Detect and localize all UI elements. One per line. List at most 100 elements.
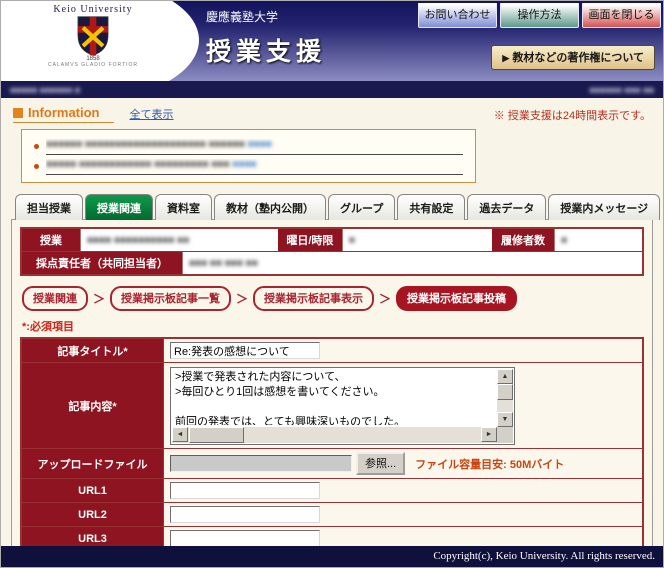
url1-cell bbox=[164, 479, 642, 502]
bullet-icon bbox=[34, 164, 39, 169]
contact-button[interactable]: お問い合わせ bbox=[418, 3, 497, 28]
chevron-right-icon: ＞ bbox=[379, 290, 391, 307]
url2-label: URL2 bbox=[22, 503, 164, 526]
app-title: 授業支援 bbox=[206, 32, 326, 68]
information-title-wrap: Information bbox=[13, 105, 114, 123]
upload-file-label: アップロードファイル bbox=[22, 449, 164, 478]
scroll-right-icon[interactable]: ► bbox=[481, 427, 497, 442]
enrolled-value: ■ bbox=[554, 229, 642, 251]
info-item-link-redacted[interactable]: ■■■■ bbox=[232, 159, 256, 170]
grader-row: 採点責任者（共同担当者） ■■■ ■■ ■■■ ■■ bbox=[22, 251, 642, 274]
materials-copyright-button[interactable]: ▶教材などの著作権について bbox=[491, 45, 655, 70]
content-line-annotated: 前回の発表では、とても興味深いものでした。 bbox=[175, 415, 495, 425]
tab-materials-internal[interactable]: 教材（塾内公開） bbox=[214, 194, 326, 220]
close-screen-button[interactable]: 画面を閉じる bbox=[582, 3, 661, 28]
app-header: Keio University 1858 CALAMVS GLADIO FORT… bbox=[1, 1, 663, 81]
article-content-text: >授業で発表された内容について、 >毎回ひとり1回は感想を書いてください。 前回… bbox=[175, 370, 495, 425]
info-item-text: ■■■■■ ■■■■■■■■■■■■ ■■■■■■■■■ ■■■ ■■■■ bbox=[46, 159, 463, 175]
content-line: >授業で発表された内容について、 bbox=[175, 370, 495, 385]
scrollbar-corner bbox=[497, 427, 513, 443]
info-item-text-redacted: ■■■■■ ■■■■■■■■■■■■ ■■■■■■■■■ ■■■ bbox=[46, 159, 232, 170]
day-period-value-redacted: ■ bbox=[349, 235, 355, 246]
tab-assigned-classes[interactable]: 担当授業 bbox=[15, 194, 83, 220]
url1-label: URL1 bbox=[22, 479, 164, 502]
information-section: Information 全て表示 ※ 授業支援は24時間表示です。 ■■■■■■… bbox=[1, 98, 663, 188]
university-name: 慶應義塾大学 bbox=[206, 8, 326, 25]
title-row: 記事タイトル* bbox=[22, 339, 642, 362]
grader-label: 採点責任者（共同担当者） bbox=[22, 252, 182, 274]
file-size-note: ファイル容量目安: 50Mバイト bbox=[415, 456, 564, 472]
day-period-label: 曜日/時限 bbox=[278, 229, 342, 251]
app-window: Keio University 1858 CALAMVS GLADIO FORT… bbox=[0, 0, 664, 568]
breadcrumb-board-article-view[interactable]: 授業掲示板記事表示 bbox=[253, 286, 374, 311]
class-value-redacted: ■■■■ ■■■■■■■■■■ ■■ bbox=[87, 235, 189, 246]
url1-input[interactable] bbox=[170, 482, 320, 499]
information-box: ■■■■■■ ■■■■■■■■■■■■■■■■■■■■ ■■■■■■ ■■■■ … bbox=[21, 129, 476, 183]
main-panel: 授業 ■■■■ ■■■■■■■■■■ ■■ 曜日/時限 ■ 履修者数 ■ 採点責… bbox=[11, 219, 653, 549]
horizontal-scrollbar[interactable]: ◄ ► bbox=[172, 427, 497, 443]
class-value: ■■■■ ■■■■■■■■■■ ■■ bbox=[80, 229, 278, 251]
info-item-text: ■■■■■■ ■■■■■■■■■■■■■■■■■■■■ ■■■■■■ ■■■■ bbox=[46, 139, 463, 155]
logo-university-name: Keio University bbox=[23, 4, 163, 15]
info-item[interactable]: ■■■■■■ ■■■■■■■■■■■■■■■■■■■■ ■■■■■■ ■■■■ bbox=[34, 135, 463, 155]
upload-file-cell: 参照... ファイル容量目安: 50Mバイト bbox=[164, 449, 642, 478]
tab-share-settings[interactable]: 共有設定 bbox=[397, 194, 465, 220]
header-titles: 慶應義塾大学 授業支援 bbox=[206, 8, 326, 68]
information-header: Information 全て表示 ※ 授業支援は24時間表示です。 bbox=[13, 105, 653, 123]
post-form-table: 記事タイトル* 記事内容* >授業で発表された内容について、 >毎回ひとり1回は… bbox=[20, 337, 644, 552]
required-fields-note: *:必須項目 bbox=[22, 318, 644, 334]
browse-button[interactable]: 参照... bbox=[356, 452, 405, 475]
vertical-scrollbar[interactable]: ▲ ▼ bbox=[497, 369, 513, 427]
materials-copyright-label: 教材などの著作権について bbox=[512, 52, 644, 64]
info-item-link-redacted[interactable]: ■■■■ bbox=[248, 139, 272, 150]
tab-class-related[interactable]: 授業関連 bbox=[85, 194, 153, 220]
url2-cell bbox=[164, 503, 642, 526]
tab-document-room[interactable]: 資料室 bbox=[155, 194, 212, 220]
vertical-scroll-thumb[interactable] bbox=[497, 384, 513, 400]
breadcrumb-board-article-list[interactable]: 授業掲示板記事一覧 bbox=[110, 286, 231, 311]
info-item[interactable]: ■■■■■ ■■■■■■■■■■■■ ■■■■■■■■■ ■■■ ■■■■ bbox=[34, 155, 463, 175]
article-title-input[interactable] bbox=[170, 342, 320, 359]
scroll-up-icon[interactable]: ▲ bbox=[497, 369, 513, 384]
article-content-textarea[interactable]: >授業で発表された内容について、 >毎回ひとり1回は感想を書いてください。 前回… bbox=[170, 367, 515, 445]
enrolled-label: 履修者数 bbox=[492, 229, 554, 251]
article-title-label: 記事タイトル* bbox=[22, 339, 164, 362]
url2-row: URL2 bbox=[22, 502, 642, 526]
class-info-table: 授業 ■■■■ ■■■■■■■■■■ ■■ 曜日/時限 ■ 履修者数 ■ 採点責… bbox=[20, 227, 644, 276]
url1-row: URL1 bbox=[22, 478, 642, 502]
howto-button[interactable]: 操作方法 bbox=[500, 3, 579, 28]
breadcrumb-class-related[interactable]: 授業関連 bbox=[22, 286, 88, 311]
status-bar: ■■■■■ ■■■■■■ ■ ■■■■■■ ■■■ ■■ bbox=[1, 81, 663, 98]
header-nav-buttons: お問い合わせ 操作方法 画面を閉じる bbox=[418, 3, 661, 28]
logged-in-user-redacted: ■■■■■ ■■■■■■ ■ bbox=[10, 85, 80, 95]
breadcrumb: 授業関連 ＞ 授業掲示板記事一覧 ＞ 授業掲示板記事表示 ＞ 授業掲示板記事投稿 bbox=[22, 286, 644, 311]
orange-square-icon bbox=[13, 108, 23, 118]
grader-value-redacted: ■■■ ■■ ■■■ ■■ bbox=[189, 258, 258, 269]
tab-bar: 担当授業 授業関連 資料室 教材（塾内公開） グループ 共有設定 過去データ 授… bbox=[1, 194, 663, 220]
annotation-underline: 前回の発表では、とても興味深いものでした。 bbox=[175, 416, 405, 425]
bullet-icon bbox=[34, 144, 39, 149]
tab-past-data[interactable]: 過去データ bbox=[467, 194, 546, 220]
article-title-cell bbox=[164, 339, 642, 362]
url3-input[interactable] bbox=[170, 530, 320, 547]
class-label: 授業 bbox=[22, 229, 80, 251]
content-line: >毎回ひとり1回は感想を書いてください。 bbox=[175, 385, 495, 400]
url2-input[interactable] bbox=[170, 506, 320, 523]
upload-row: アップロードファイル 参照... ファイル容量目安: 50Mバイト bbox=[22, 448, 642, 478]
class-info-row: 授業 ■■■■ ■■■■■■■■■■ ■■ 曜日/時限 ■ 履修者数 ■ bbox=[22, 229, 642, 251]
content-row: 記事内容* >授業で発表された内容について、 >毎回ひとり1回は感想を書いてくだ… bbox=[22, 362, 642, 448]
logo-motto: CALAMVS GLADIO FORTIOR bbox=[23, 62, 163, 68]
tab-group[interactable]: グループ bbox=[328, 194, 395, 220]
24h-availability-note: ※ 授業支援は24時間表示です。 bbox=[494, 107, 651, 123]
show-all-link[interactable]: 全て表示 bbox=[130, 106, 174, 122]
scroll-down-icon[interactable]: ▼ bbox=[497, 412, 513, 427]
scroll-left-icon[interactable]: ◄ bbox=[172, 427, 188, 442]
keio-logo: Keio University 1858 CALAMVS GLADIO FORT… bbox=[23, 4, 163, 68]
grader-value: ■■■ ■■ ■■■ ■■ bbox=[182, 252, 642, 274]
tab-class-messages[interactable]: 授業内メッセージ bbox=[548, 194, 660, 220]
upload-file-input[interactable] bbox=[170, 455, 352, 472]
keio-crest-icon bbox=[76, 16, 110, 56]
info-item-text-redacted: ■■■■■■ ■■■■■■■■■■■■■■■■■■■■ ■■■■■■ bbox=[46, 139, 248, 150]
horizontal-scroll-thumb[interactable] bbox=[189, 427, 244, 443]
triangle-right-icon: ▶ bbox=[502, 53, 509, 63]
